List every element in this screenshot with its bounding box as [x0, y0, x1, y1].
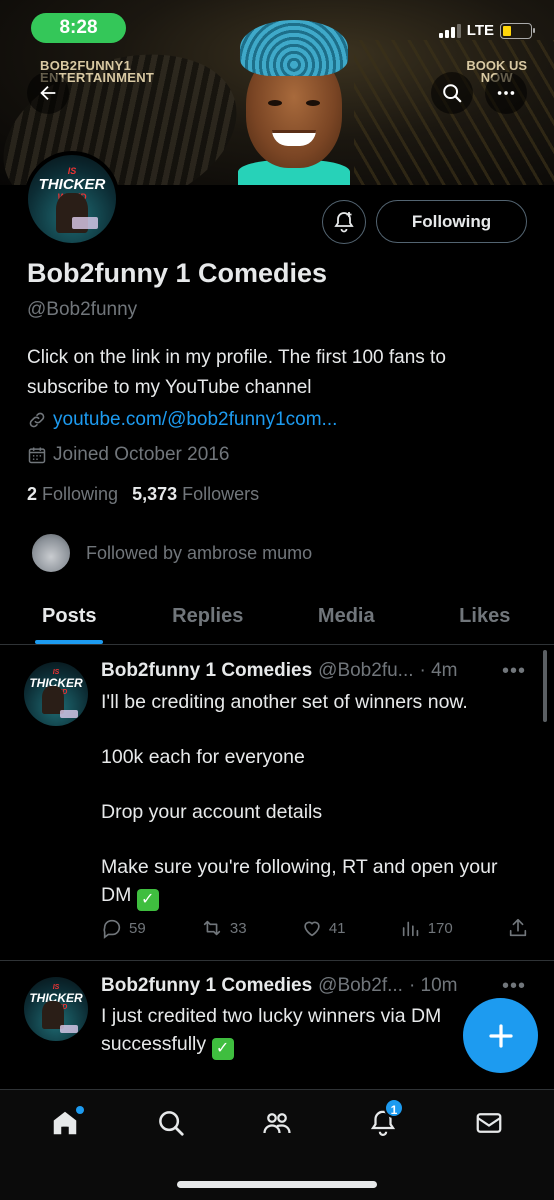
- like-button[interactable]: 41: [301, 917, 346, 939]
- followed-by-text: Followed by ambrose mumo: [86, 542, 313, 563]
- search-icon: [443, 84, 462, 103]
- post-text: I'll be crediting another set of winners…: [101, 688, 521, 911]
- post-item[interactable]: ISTHICKERWITED Bob2funny 1 Comedies @Bob…: [0, 646, 554, 961]
- post-author-handle[interactable]: @Bob2fu...: [318, 660, 413, 682]
- signal-icon: [438, 23, 461, 38]
- reply-button[interactable]: 59: [101, 917, 146, 939]
- check-mark-icon: ✓: [211, 1038, 234, 1060]
- post-line: 100k each for everyone: [101, 746, 305, 768]
- views-count: 170: [427, 919, 453, 937]
- tab-posts[interactable]: Posts: [0, 593, 139, 644]
- home-icon: [53, 1111, 77, 1135]
- home-indicator: [177, 1181, 377, 1188]
- link-icon: [29, 412, 45, 428]
- more-icon: [497, 91, 515, 95]
- search-button[interactable]: [431, 72, 473, 114]
- bell-plus-icon: [334, 212, 354, 233]
- back-button[interactable]: [27, 72, 69, 114]
- profile-tabs: Posts Replies Media Likes: [0, 593, 554, 645]
- communities-icon: [263, 1113, 291, 1134]
- tab-media[interactable]: Media: [277, 593, 416, 644]
- profile-link[interactable]: youtube.com/@bob2funny1com...: [53, 409, 337, 431]
- calendar-icon: [28, 447, 46, 464]
- notifications-badge: 1: [384, 1098, 404, 1118]
- views-button[interactable]: 170: [400, 917, 453, 939]
- post-actions: 59 33 41 170: [101, 917, 529, 939]
- followers-count-link[interactable]: 5,373 Followers: [132, 484, 259, 505]
- profile-handle: @Bob2funny: [27, 299, 138, 320]
- views-icon: [402, 921, 418, 937]
- reply-icon: [103, 919, 121, 939]
- check-mark-icon: ✓: [136, 889, 159, 911]
- notify-button[interactable]: [322, 200, 366, 244]
- nav-search[interactable]: [146, 1098, 196, 1148]
- reply-count: 59: [129, 919, 146, 937]
- post-author-handle[interactable]: @Bob2f...: [318, 975, 403, 997]
- joined-row: Joined October 2016: [27, 444, 229, 466]
- profile-bio: Click on the link in my profile. The fir…: [27, 347, 446, 398]
- like-count: 41: [328, 919, 346, 937]
- share-button[interactable]: [507, 917, 529, 939]
- profile-avatar[interactable]: IS THICKER WITED: [24, 151, 120, 247]
- plus-icon: [488, 1023, 513, 1048]
- search-icon: [159, 1111, 184, 1136]
- following-count-link[interactable]: 2 Following: [27, 484, 118, 505]
- more-options-button[interactable]: [485, 72, 527, 114]
- compose-post-button[interactable]: [463, 998, 538, 1073]
- tab-replies[interactable]: Replies: [139, 593, 278, 644]
- post-avatar[interactable]: ISTHICKERWITED: [24, 662, 88, 726]
- following-button[interactable]: Following: [376, 200, 527, 243]
- profile-link-row[interactable]: youtube.com/@bob2funny1com...: [27, 409, 337, 431]
- post-time: · 4m: [419, 660, 458, 681]
- network-label: LTE: [466, 22, 494, 39]
- battery-icon: [500, 22, 535, 39]
- follow-counts: 2 Following 5,373 Followers: [27, 484, 259, 505]
- nav-notifications[interactable]: 1: [358, 1098, 408, 1148]
- share-icon: [509, 918, 527, 937]
- post-author-name[interactable]: Bob2funny 1 Comedies: [101, 975, 312, 997]
- status-bar: 8:28 LTE: [0, 0, 554, 58]
- mail-icon: [476, 1113, 502, 1133]
- heart-icon: [304, 921, 320, 937]
- post-header: Bob2funny 1 Comedies @Bob2f... · 10m: [101, 975, 458, 997]
- repost-count: 33: [229, 919, 247, 937]
- post-more-icon[interactable]: •••: [502, 660, 526, 683]
- nav-home[interactable]: [40, 1098, 90, 1148]
- status-time: 8:28: [31, 13, 126, 43]
- status-indicators: LTE: [438, 22, 535, 39]
- nav-communities[interactable]: [252, 1098, 302, 1148]
- post-line: I'll be crediting another set of winners…: [101, 691, 468, 713]
- post-author-name[interactable]: Bob2funny 1 Comedies: [101, 660, 312, 682]
- post-line-with-check: I just credited two lucky winners via DM…: [101, 1002, 481, 1060]
- arrow-left-icon: [40, 85, 56, 101]
- post-time: · 10m: [408, 975, 458, 996]
- post-more-icon[interactable]: •••: [502, 975, 526, 998]
- repost-button[interactable]: 33: [200, 917, 247, 939]
- scrollbar[interactable]: [543, 650, 547, 722]
- post-text: I just credited two lucky winners via DM…: [101, 1002, 481, 1060]
- joined-date: Joined October 2016: [53, 444, 230, 465]
- follower-avatar: [30, 532, 72, 574]
- followed-by-row[interactable]: Followed by ambrose mumo: [30, 532, 312, 574]
- home-unread-dot: [76, 1106, 84, 1114]
- nav-messages[interactable]: [464, 1098, 514, 1148]
- post-line-with-check: Make sure you're following, RT and open …: [101, 853, 521, 911]
- post-header: Bob2funny 1 Comedies @Bob2fu... · 4m: [101, 660, 458, 682]
- post-avatar[interactable]: ISTHICKERWITED: [24, 977, 88, 1041]
- tab-likes[interactable]: Likes: [416, 593, 554, 644]
- post-line: Drop your account details: [101, 801, 323, 823]
- repost-icon: [203, 920, 221, 936]
- profile-name: Bob2funny 1 Comedies: [27, 258, 328, 288]
